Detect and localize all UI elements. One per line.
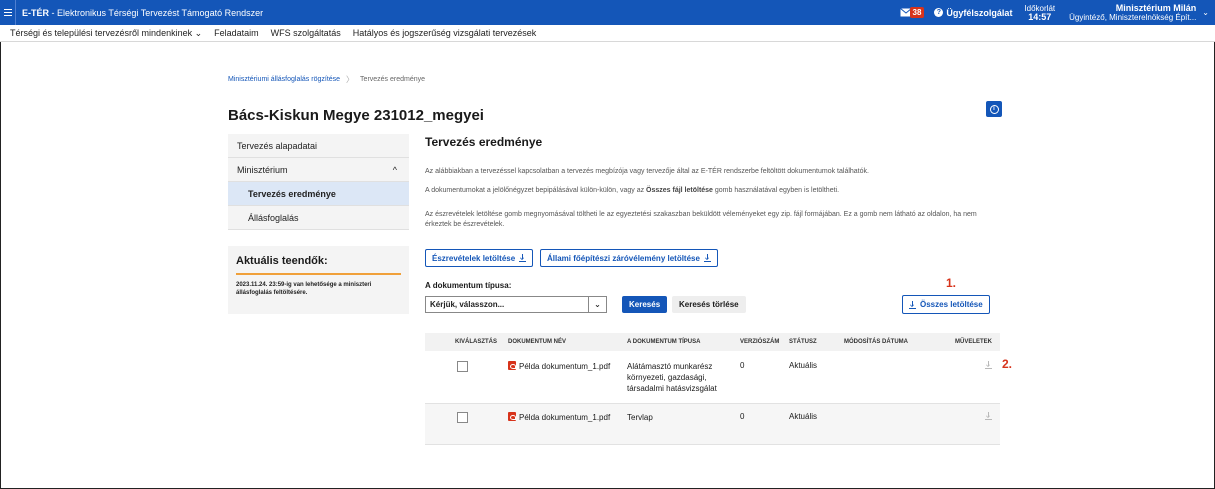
- nav-item-wfs[interactable]: WFS szolgáltatás: [271, 28, 341, 38]
- sidebar-item-planning-result[interactable]: Tervezés eredménye: [228, 182, 409, 206]
- main-nav: Térségi és települési tervezésről minden…: [0, 25, 1215, 42]
- page-title: Bács-Kiskun Megye 231012_megyei: [228, 107, 484, 124]
- download-state-opinion-button[interactable]: Állami főépítészi záróvélemény letöltése: [540, 249, 718, 267]
- user-menu[interactable]: Minisztérium Milán Ügyintéző, Minisztere…: [1069, 2, 1197, 22]
- support-link[interactable]: ? Ügyfélszolgálat: [934, 8, 1012, 18]
- doc-type-select[interactable]: Kérjük, válasszon... ⌄: [425, 296, 607, 313]
- download-all-button[interactable]: Összes letöltése: [902, 295, 990, 314]
- documents-table: KIVÁLASZTÁS DOKUMENTUM NÉV A DOKUMENTUM …: [425, 333, 1000, 445]
- version-cell: 0: [740, 361, 745, 370]
- download-icon[interactable]: [985, 412, 992, 422]
- download-icon[interactable]: [985, 361, 992, 371]
- user-name: Minisztérium Milán: [1115, 2, 1197, 13]
- sidebar-item-position[interactable]: Állásfoglalás: [228, 206, 409, 230]
- chevron-down-icon[interactable]: ⌄: [1202, 8, 1209, 17]
- menu-icon[interactable]: [0, 0, 16, 25]
- col-doc-type: A DOKUMENTUM TÍPUSA: [627, 339, 701, 345]
- sidebar-group-ministry[interactable]: Minisztérium ^: [228, 158, 409, 182]
- table-row: Példa dokumentum_1.pdf Tervlap 0 Aktuáli…: [425, 404, 1000, 445]
- sidebar-item-label: Állásfoglalás: [248, 212, 299, 223]
- table-header: KIVÁLASZTÁS DOKUMENTUM NÉV A DOKUMENTUM …: [425, 333, 1000, 351]
- nav-item-tasks[interactable]: Feladataim: [214, 28, 259, 38]
- col-select: KIVÁLASZTÁS: [455, 339, 497, 345]
- sidebar-item-label: Tervezés alapadatai: [237, 140, 318, 151]
- app-subtitle: - Elektronikus Térségi Tervezést Támogat…: [49, 7, 264, 18]
- section-title: Tervezés eredménye: [425, 135, 543, 149]
- app-brand[interactable]: E-TÉR - Elektronikus Térségi Tervezést T…: [22, 8, 263, 18]
- nav-item-public[interactable]: Térségi és települési tervezésről minden…: [10, 28, 202, 39]
- search-button[interactable]: Keresés: [622, 296, 668, 313]
- breadcrumb-parent[interactable]: Minisztériumi állásfoglalás rögzítése: [228, 76, 340, 83]
- btn-all-label: Összes letöltése: [920, 300, 983, 309]
- doc-type-label: A dokumentum típusa:: [425, 281, 512, 290]
- support-label: Ügyfélszolgálat: [946, 7, 1013, 18]
- row-checkbox[interactable]: [457, 412, 468, 423]
- download-hint-text: A dokumentumokat a jelölőnégyzet bepipál…: [425, 186, 1005, 196]
- col-version: VERZIÓSZÁM: [740, 339, 780, 345]
- download-icon: [703, 254, 711, 262]
- todo-accent-bar: [236, 273, 401, 275]
- col-status: STÁTUSZ: [789, 339, 817, 345]
- col-modified: MÓDOSÍTÁS DÁTUMA: [844, 339, 908, 345]
- timer-value: 14:57: [1028, 11, 1052, 22]
- download-hint-a: A dokumentumokat a jelölőnégyzet bepipál…: [425, 187, 647, 194]
- select-placeholder: Kérjük, válasszon...: [430, 300, 505, 309]
- top-bar: E-TÉR - Elektronikus Térségi Tervezést T…: [0, 0, 1215, 25]
- sidebar: Tervezés alapadatai Minisztérium ^ Terve…: [228, 134, 409, 230]
- btn-state-label: Állami főépítészi záróvélemény letöltése: [547, 253, 700, 263]
- col-doc-name: DOKUMENTUM NÉV: [508, 339, 566, 345]
- pdf-icon: [508, 361, 516, 370]
- session-timer: Időkorlát 14:57: [1024, 4, 1055, 22]
- btn-remarks-label: Észrevételek letöltése: [432, 253, 516, 263]
- nav-item-valid-plans[interactable]: Hatályos és jogszerűség vizsgálati terve…: [353, 28, 537, 38]
- row-checkbox[interactable]: [457, 361, 468, 372]
- info-icon: i: [989, 104, 999, 114]
- breadcrumb-current: Tervezés eredménye: [360, 76, 426, 83]
- message-count-badge: 38: [909, 7, 925, 18]
- breadcrumb-separator-icon: 〉: [346, 75, 355, 84]
- col-actions: MŰVELETEK: [954, 339, 992, 345]
- pdf-icon: [508, 412, 516, 421]
- messages-button[interactable]: 38: [899, 7, 925, 18]
- info-button[interactable]: i: [986, 101, 1002, 117]
- todo-title: Aktuális teendők:: [236, 255, 328, 267]
- chevron-down-icon: ⌄: [588, 297, 606, 312]
- help-icon: ?: [934, 8, 944, 17]
- chevron-up-icon: ^: [392, 164, 397, 175]
- download-hint-b: Összes fájl letöltése: [646, 187, 713, 194]
- doc-name: Példa dokumentum_1.pdf: [519, 362, 611, 371]
- download-icon: [519, 254, 527, 262]
- sidebar-item-label: Minisztérium: [237, 164, 288, 175]
- breadcrumb: Minisztériumi állásfoglalás rögzítése 〉 …: [228, 74, 425, 85]
- doc-type-cell: Tervlap: [627, 413, 653, 422]
- doc-name-cell[interactable]: Példa dokumentum_1.pdf: [505, 361, 622, 372]
- status-cell: Aktuális: [789, 361, 818, 370]
- sidebar-item-label: Tervezés eredménye: [248, 188, 336, 199]
- annotation-marker-2: 2.: [1002, 357, 1013, 371]
- intro-text: Az alábbiakban a tervezéssel kapcsolatba…: [425, 168, 869, 175]
- sidebar-item-planning-basics[interactable]: Tervezés alapadatai: [228, 134, 409, 158]
- user-role: Ügyintéző, Miniszterelnökség Épít...: [1069, 12, 1197, 22]
- status-cell: Aktuális: [789, 412, 818, 421]
- doc-type-cell: Alátámasztó munkarész környezeti, gazdas…: [627, 362, 717, 393]
- version-cell: 0: [740, 412, 745, 421]
- download-remarks-button[interactable]: Észrevételek letöltése: [425, 249, 534, 267]
- annotation-marker-1: 1.: [946, 276, 957, 290]
- todo-panel: Aktuális teendők: 2023.11.24. 23:59-ig v…: [228, 246, 409, 314]
- app-name: E-TÉR: [22, 7, 49, 18]
- doc-name: Példa dokumentum_1.pdf: [519, 413, 611, 422]
- doc-name-cell[interactable]: Példa dokumentum_1.pdf: [505, 412, 622, 423]
- remarks-hint-text: Az észrevételek letöltése gomb megnyomás…: [425, 211, 977, 228]
- todo-text: 2023.11.24. 23:59-ig van lehetősége a mi…: [236, 282, 372, 296]
- table-row: Példa dokumentum_1.pdf Alátámasztó munka…: [425, 351, 1000, 404]
- download-icon: [909, 300, 916, 309]
- clear-search-button[interactable]: Keresés törlése: [672, 296, 746, 313]
- download-hint-c: gomb használatával egyben is letöltheti.: [712, 187, 840, 194]
